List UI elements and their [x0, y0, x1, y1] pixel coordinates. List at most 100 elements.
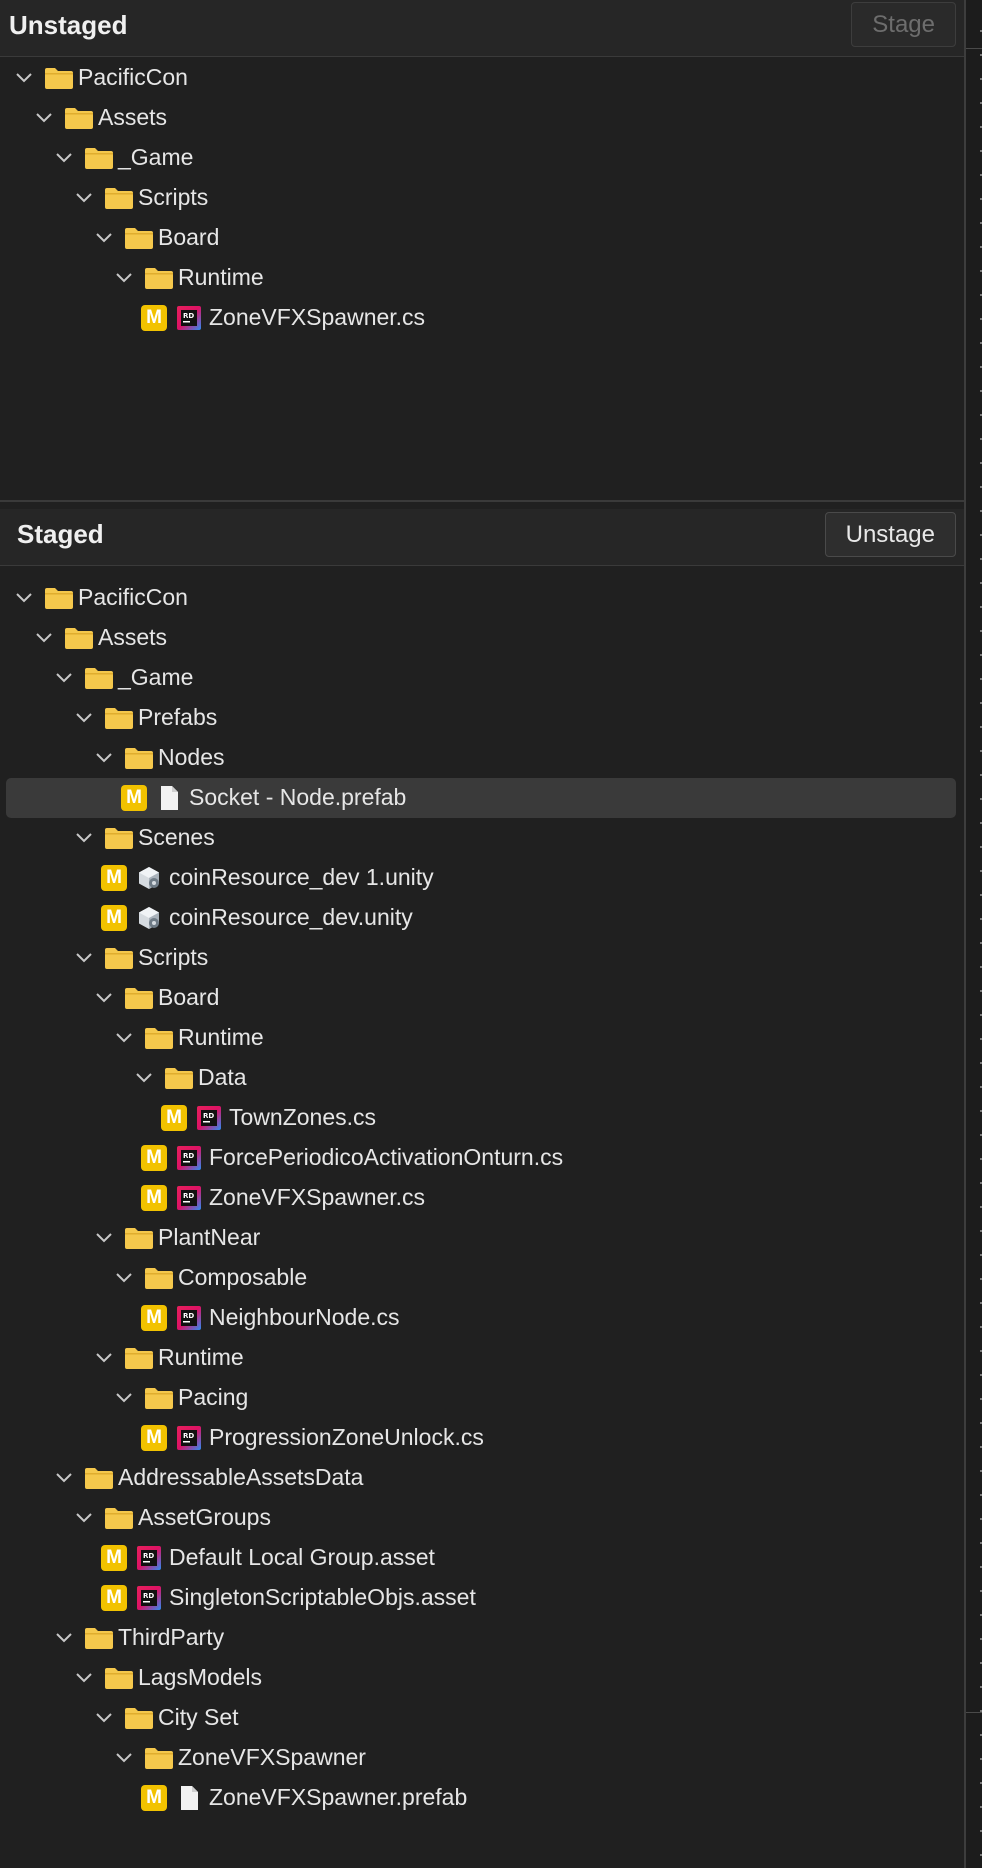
folder-label: PacificCon — [78, 584, 188, 610]
chevron-down-icon[interactable] — [94, 1228, 114, 1248]
folder-row[interactable]: Data — [0, 1058, 964, 1098]
modified-status-badge: M — [141, 1425, 167, 1451]
folder-label: AddressableAssetsData — [118, 1464, 364, 1490]
folder-label: _Game — [118, 664, 194, 690]
folder-row[interactable]: Nodes — [0, 738, 964, 778]
folder-row[interactable]: Pacing — [0, 1378, 964, 1418]
chevron-down-icon[interactable] — [74, 188, 94, 208]
folder-label: _Game — [118, 144, 194, 170]
chevron-down-icon[interactable] — [54, 148, 74, 168]
chevron-down-icon[interactable] — [14, 588, 34, 608]
folder-label: Scripts — [138, 944, 209, 970]
chevron-down-icon[interactable] — [74, 1668, 94, 1688]
chevron-down-icon[interactable] — [74, 948, 94, 968]
folder-icon — [124, 226, 154, 250]
chevron-down-icon[interactable] — [94, 1708, 114, 1728]
file-row[interactable]: M RD ProgressionZoneUnlock.cs — [0, 1418, 964, 1458]
chevron-down-icon[interactable] — [54, 1628, 74, 1648]
folder-row[interactable]: Board — [0, 218, 964, 258]
chevron-down-icon[interactable] — [14, 68, 34, 88]
file-label: SingletonScriptableObjs.asset — [169, 1584, 476, 1610]
svg-text:RD: RD — [203, 1112, 214, 1120]
folder-row[interactable]: Assets — [0, 98, 964, 138]
modified-status-badge: M — [141, 305, 167, 331]
staged-title: Staged — [17, 519, 104, 549]
folder-label: ZoneVFXSpawner — [178, 1744, 366, 1770]
folder-row[interactable]: Scripts — [0, 178, 964, 218]
unstage-button[interactable]: Unstage — [824, 512, 956, 557]
folder-row[interactable]: Runtime — [0, 258, 964, 298]
chevron-down-icon[interactable] — [114, 1388, 134, 1408]
chevron-down-icon[interactable] — [34, 108, 54, 128]
folder-row[interactable]: PlantNear — [0, 1218, 964, 1258]
file-label: NeighbourNode.cs — [209, 1304, 400, 1330]
folder-row[interactable]: PacificCon — [0, 58, 964, 98]
chevron-down-icon[interactable] — [94, 228, 114, 248]
file-row[interactable]: M RD ZoneVFXSpawner.cs — [0, 1178, 964, 1218]
pane-splitter[interactable] — [0, 500, 964, 502]
folder-row[interactable]: _Game — [0, 658, 964, 698]
folder-row[interactable]: Prefabs — [0, 698, 964, 738]
folder-icon — [104, 826, 134, 850]
svg-text:RD: RD — [183, 1432, 194, 1440]
file-row[interactable]: M RD Default Local Group.asset — [0, 1538, 964, 1578]
chevron-down-icon[interactable] — [94, 988, 114, 1008]
folder-row[interactable]: Board — [0, 978, 964, 1018]
chevron-down-icon[interactable] — [74, 828, 94, 848]
file-row[interactable]: M RD ZoneVFXSpawner.cs — [0, 298, 964, 338]
folder-label: Prefabs — [138, 704, 218, 730]
file-label: coinResource_dev 1.unity — [169, 864, 434, 890]
folder-row[interactable]: Runtime — [0, 1338, 964, 1378]
file-row[interactable]: M RD NeighbourNode.cs — [0, 1298, 964, 1338]
folder-row[interactable]: Runtime — [0, 1018, 964, 1058]
folder-icon — [104, 706, 134, 730]
svg-text:RD: RD — [183, 1152, 194, 1160]
chevron-down-icon[interactable] — [114, 1028, 134, 1048]
chevron-down-icon[interactable] — [114, 1268, 134, 1288]
file-row[interactable]: McoinResource_dev 1.unity — [0, 858, 964, 898]
folder-icon — [164, 1066, 194, 1090]
folder-row[interactable]: ThirdParty — [0, 1618, 964, 1658]
folder-row[interactable]: City Set — [0, 1698, 964, 1738]
folder-icon — [144, 1386, 174, 1410]
folder-row[interactable]: Composable — [0, 1258, 964, 1298]
file-row[interactable]: M RD TownZones.cs — [0, 1098, 964, 1138]
chevron-down-icon[interactable] — [94, 1348, 114, 1368]
folder-icon — [84, 1466, 114, 1490]
folder-row[interactable]: AddressableAssetsData — [0, 1458, 964, 1498]
folder-label: PacificCon — [78, 64, 188, 90]
folder-row[interactable]: _Game — [0, 138, 964, 178]
staged-pane: Staged Unstage PacificCon Assets _Game Pref… — [0, 509, 964, 1868]
folder-row[interactable]: Scripts — [0, 938, 964, 978]
folder-row[interactable]: ZoneVFXSpawner — [0, 1738, 964, 1778]
folder-icon — [44, 586, 74, 610]
file-row[interactable]: M ZoneVFXSpawner.prefab — [0, 1778, 964, 1818]
folder-icon — [144, 1026, 174, 1050]
chevron-down-icon[interactable] — [74, 708, 94, 728]
folder-row[interactable]: Assets — [0, 618, 964, 658]
file-row[interactable]: M Socket - Node.prefab — [0, 778, 964, 818]
file-row[interactable]: McoinResource_dev.unity — [0, 898, 964, 938]
folder-row[interactable]: AssetGroups — [0, 1498, 964, 1538]
chevron-down-icon[interactable] — [74, 1508, 94, 1528]
chevron-down-icon[interactable] — [134, 1068, 154, 1088]
file-row[interactable]: M RD ForcePeriodicoActivationOnturn.cs — [0, 1138, 964, 1178]
chevron-down-icon[interactable] — [54, 668, 74, 688]
folder-label: Assets — [98, 624, 168, 650]
file-row[interactable]: M RD SingletonScriptableObjs.asset — [0, 1578, 964, 1618]
file-label: ForcePeriodicoActivationOnturn.cs — [209, 1144, 564, 1170]
rider-icon: RD — [176, 305, 202, 331]
folder-row[interactable]: Scenes — [0, 818, 964, 858]
chevron-down-icon[interactable] — [114, 1748, 134, 1768]
folder-row[interactable]: LagsModels — [0, 1658, 964, 1698]
folder-label: Nodes — [158, 744, 225, 770]
modified-status-badge: M — [141, 1785, 167, 1811]
folder-row[interactable]: PacificCon — [0, 578, 964, 618]
folder-label: Board — [158, 224, 220, 250]
chevron-down-icon[interactable] — [94, 748, 114, 768]
stage-button[interactable]: Stage — [851, 2, 956, 47]
chevron-down-icon[interactable] — [54, 1468, 74, 1488]
chevron-down-icon[interactable] — [114, 268, 134, 288]
rider-icon: RD — [136, 1545, 162, 1571]
chevron-down-icon[interactable] — [34, 628, 54, 648]
